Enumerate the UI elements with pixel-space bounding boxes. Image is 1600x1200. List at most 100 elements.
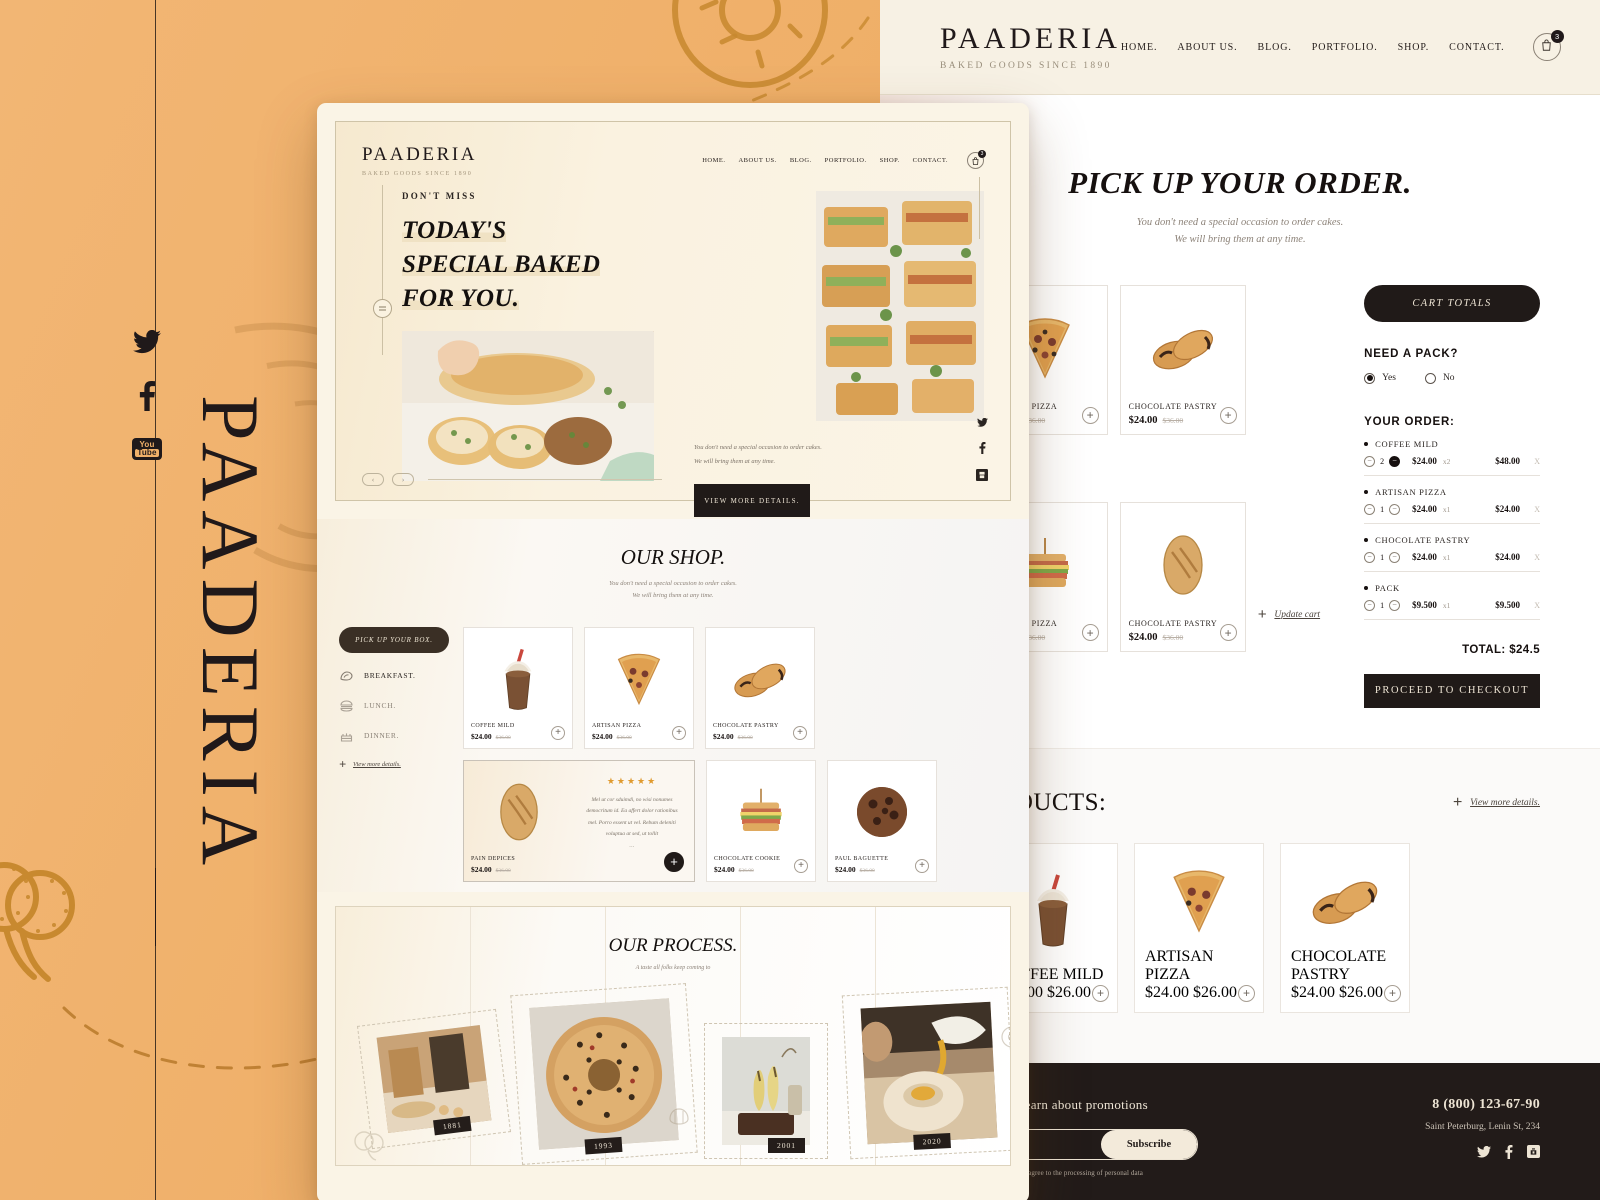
- hero-scroll-indicator-icon[interactable]: [373, 299, 392, 318]
- decrease-button[interactable]: −: [1364, 599, 1376, 611]
- bullet-icon: [1364, 489, 1369, 494]
- add-to-cart-button[interactable]: +: [793, 725, 807, 740]
- pick-up-your-box-button[interactable]: PICK UP YOUR BOX.: [339, 626, 449, 653]
- related-view-more-link[interactable]: + View more details.: [1453, 794, 1540, 810]
- burger-icon: [339, 699, 354, 713]
- decrease-button[interactable]: −: [1364, 455, 1376, 467]
- product-card[interactable]: PAUL BAGUETTE $24.00 $36.00 +: [827, 759, 937, 882]
- increase-button[interactable]: −: [1389, 599, 1401, 611]
- add-to-cart-button[interactable]: +: [1238, 984, 1255, 1002]
- youtube-icon[interactable]: [976, 468, 988, 486]
- product-old-price: $36.00: [737, 734, 753, 741]
- slider-track[interactable]: [428, 479, 662, 480]
- timeline-item[interactable]: 1881: [356, 1008, 512, 1149]
- decrease-button[interactable]: −: [1364, 551, 1376, 563]
- product-card[interactable]: ARTISAN PIZZA $24.00 $26.00 +: [1134, 842, 1264, 1013]
- mockup-nav-portfolio[interactable]: PORTFOLIO.: [825, 157, 867, 164]
- mockup-nav-about-us[interactable]: ABOUT US.: [738, 157, 776, 164]
- cart-button[interactable]: 3: [1532, 30, 1564, 61]
- product-card[interactable]: COFFEE MILD $24.00 $36.00 +: [463, 626, 573, 749]
- shop-subtitle-line2: We will bring them at any time.: [632, 592, 714, 600]
- product-price: $24.00: [1145, 983, 1189, 1001]
- add-to-cart-button[interactable]: +: [1081, 406, 1099, 424]
- twitter-icon[interactable]: [133, 329, 161, 359]
- rustic-bread-icon: [471, 768, 567, 856]
- add-to-cart-button[interactable]: +: [794, 858, 808, 873]
- subscribe-button[interactable]: Subscribe: [1101, 1129, 1197, 1159]
- nav-shop[interactable]: SHOP.: [1398, 42, 1429, 53]
- facebook-icon[interactable]: [139, 381, 156, 416]
- nav-contact[interactable]: CONTACT.: [1449, 42, 1504, 53]
- slider-prev-button[interactable]: ‹: [362, 473, 384, 486]
- product-card[interactable]: CHOCOLATE COOKIE $24.00 $36.00 +: [706, 759, 816, 882]
- add-to-cart-button[interactable]: +: [915, 858, 929, 873]
- increase-button[interactable]: −: [1389, 455, 1401, 467]
- nav-blog[interactable]: BLOG.: [1258, 42, 1292, 53]
- bullet-icon: [1364, 537, 1369, 542]
- radio-no[interactable]: [1424, 372, 1436, 384]
- youtube-icon[interactable]: [1527, 1145, 1540, 1163]
- shop-view-more-link[interactable]: + View more details.: [339, 758, 449, 770]
- product-card[interactable]: CHOCOLATE PASTRY $24.00 $36.00 +: [705, 626, 815, 749]
- order-item-multiplier: x1: [1442, 504, 1451, 514]
- process-subtitle: A taste all folks keep coming to: [635, 964, 711, 971]
- increase-button[interactable]: −: [1389, 551, 1401, 563]
- product-card[interactable]: CHOCOLATE PASTRY $24.00 $26.00 +: [1280, 842, 1410, 1013]
- product-price: $24.00: [714, 864, 735, 874]
- add-to-cart-button[interactable]: +: [672, 725, 686, 740]
- site-brand[interactable]: PAADERIA BAKED GOODS SINCE 1890: [940, 23, 1121, 71]
- category-breakfast[interactable]: BREAKFAST.: [339, 669, 449, 683]
- nav-portfolio[interactable]: PORTFOLIO.: [1312, 42, 1378, 53]
- timeline-item[interactable]: 1993: [510, 982, 698, 1165]
- add-to-cart-button[interactable]: +: [1219, 406, 1237, 424]
- mockup-cart-button[interactable]: 3: [967, 150, 986, 169]
- add-to-cart-button[interactable]: +: [1092, 984, 1109, 1002]
- hero-cta-button[interactable]: VIEW MORE DETAILS.: [694, 484, 810, 518]
- add-to-cart-button[interactable]: +: [1219, 624, 1237, 642]
- decrease-button[interactable]: −: [1364, 503, 1376, 515]
- product-card[interactable]: CHOCOLATE PASTRY $24.00 $36.00 +: [1119, 284, 1246, 435]
- twitter-icon[interactable]: [976, 414, 988, 432]
- product-card[interactable]: CHOCOLATE PASTRY $24.00 $36.00 +: [1119, 502, 1246, 653]
- review-line2: democritum id. Ea affert dolor rationibu…: [586, 808, 678, 815]
- increase-button[interactable]: −: [1389, 503, 1401, 515]
- category-dinner[interactable]: DINNER.: [339, 729, 449, 743]
- nav-home[interactable]: HOME.: [1121, 42, 1157, 53]
- product-card[interactable]: ARTISAN PIZZA $24.00 $36.00 +: [584, 626, 694, 749]
- product-old-price: $36.00: [495, 734, 511, 741]
- proceed-to-checkout-button[interactable]: PROCEED TO CHECKOUT: [1364, 673, 1540, 708]
- mockup-nav-blog[interactable]: BLOG.: [790, 157, 812, 164]
- add-to-cart-button[interactable]: +: [1081, 624, 1099, 642]
- facebook-icon[interactable]: [978, 441, 986, 459]
- nav-about-us[interactable]: ABOUT US.: [1177, 42, 1237, 53]
- radio-yes[interactable]: [1364, 372, 1376, 384]
- update-cart-link[interactable]: + Update cart: [1258, 522, 1320, 708]
- cart-totals-button[interactable]: CART TOTALS: [1364, 284, 1540, 322]
- mockup-nav: HOME. ABOUT US. BLOG. PORTFOLIO. SHOP. C…: [702, 150, 986, 169]
- order-item-row: − 2 − $24.00 x2 $48.00 X: [1364, 455, 1540, 476]
- add-to-cart-button[interactable]: +: [664, 851, 684, 872]
- featured-product-card[interactable]: ★★★★★ Mel ut cor sduimdi, no wisi nonume…: [463, 759, 695, 882]
- timeline-item[interactable]: 2001: [704, 1022, 828, 1159]
- category-lunch[interactable]: LUNCH.: [339, 699, 449, 713]
- remove-item-button[interactable]: X: [1532, 505, 1540, 514]
- footer-phone[interactable]: 8 (800) 123-67-90: [1425, 1097, 1540, 1113]
- mockup-nav-contact[interactable]: CONTACT.: [913, 157, 948, 164]
- add-to-cart-button[interactable]: +: [1384, 984, 1401, 1002]
- process-photo-baker-at-work: [376, 1024, 492, 1133]
- slider-next-button[interactable]: ›: [392, 473, 414, 486]
- mockup-nav-shop[interactable]: SHOP.: [880, 157, 900, 164]
- mockup-nav-home[interactable]: HOME.: [702, 157, 725, 164]
- add-to-cart-button[interactable]: +: [551, 725, 565, 740]
- remove-item-button[interactable]: X: [1532, 457, 1540, 466]
- remove-item-button[interactable]: X: [1532, 601, 1540, 610]
- remove-item-button[interactable]: X: [1532, 553, 1540, 562]
- site-nav: HOME. ABOUT US. BLOG. PORTFOLIO. SHOP. C…: [1121, 30, 1564, 61]
- twitter-icon[interactable]: [1477, 1145, 1491, 1163]
- process-photo-pouring-dough: [860, 1001, 998, 1144]
- mockup-shop-section: OUR SHOP. You don't need a special occas…: [317, 519, 1029, 892]
- facebook-icon[interactable]: [1505, 1144, 1513, 1164]
- mockup-brand[interactable]: PAADERIA BAKED GOODS SINCE 1890: [362, 144, 477, 177]
- timeline-item[interactable]: 2020: [841, 986, 1010, 1159]
- pain-au-chocolat-icon: [1291, 854, 1399, 948]
